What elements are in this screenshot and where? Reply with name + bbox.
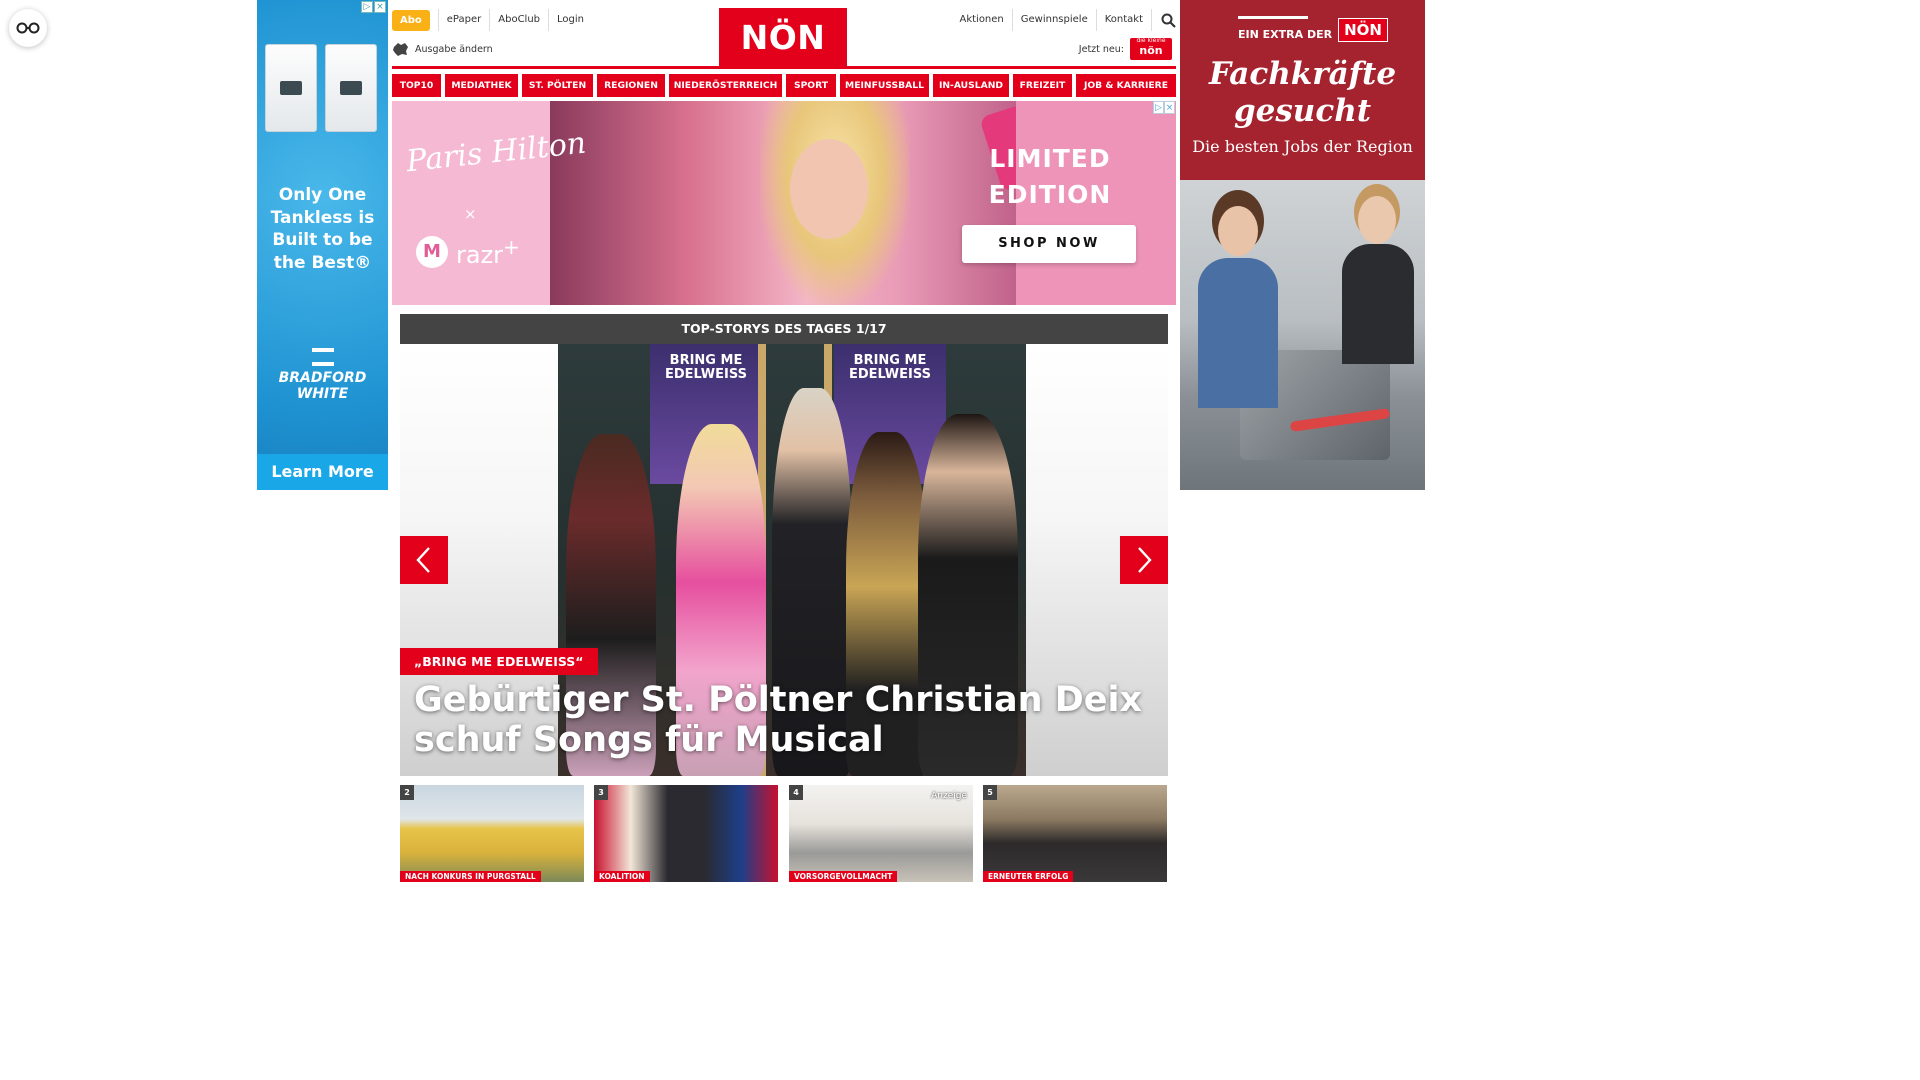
- reader-mode-button[interactable]: [9, 9, 47, 47]
- shop-now-button[interactable]: SHOP NOW: [962, 225, 1136, 263]
- aktionen-link[interactable]: Aktionen: [951, 9, 1013, 31]
- story-number: 4: [789, 785, 803, 800]
- glasses-icon: [16, 22, 40, 34]
- ad-title: Fachkräfte gesucht: [1208, 56, 1397, 129]
- nav-item-regionen[interactable]: REGIONEN: [597, 74, 665, 97]
- right-links: Aktionen Gewinnspiele Kontakt: [951, 9, 1176, 31]
- chevron-left-icon: [416, 547, 430, 573]
- search-button[interactable]: [1152, 9, 1176, 31]
- aboclub-link[interactable]: AboClub: [489, 9, 548, 31]
- person-image: [1358, 196, 1396, 244]
- noen-logo[interactable]: NÖN: [719, 8, 847, 67]
- ad-choices[interactable]: ▷ ×: [1153, 101, 1175, 114]
- top-links: Abo ePaper AboClub Login: [392, 9, 592, 31]
- kontakt-link[interactable]: Kontakt: [1097, 9, 1152, 31]
- ad-close-icon[interactable]: ×: [374, 1, 386, 13]
- adchoices-icon[interactable]: ▷: [1153, 101, 1164, 114]
- collab-times: ×: [464, 205, 477, 223]
- story-thumbnail[interactable]: 3 KOALITION: [594, 785, 778, 882]
- brand-mark-icon: [311, 348, 334, 366]
- banner-ad[interactable]: Paris Hilton × M razr+ LIMITED EDITION S…: [392, 101, 1176, 305]
- epaper-link[interactable]: ePaper: [437, 9, 489, 31]
- nav-item-mediathek[interactable]: MEDIATHEK: [445, 74, 518, 97]
- main-nav: TOP10 MEDIATHEK ST. PÖLTEN REGIONEN NIED…: [392, 74, 1176, 97]
- story-thumbnail[interactable]: 2 NACH KONKURS IN PURGSTALL: [400, 785, 584, 882]
- new-app-label: Jetzt neu:: [1078, 43, 1124, 55]
- left-skyscraper-ad[interactable]: ▷ × Only One Tankless is Built to be the…: [257, 0, 388, 490]
- learn-more-button[interactable]: Learn More: [257, 454, 388, 490]
- hero-story[interactable]: BRING ME EDELWEISS BRING ME EDELWEISS „B…: [400, 344, 1168, 776]
- lower-austria-map-icon: [393, 43, 408, 56]
- story-number: 2: [400, 785, 414, 800]
- story-kicker[interactable]: „BRING ME EDELWEISS“: [400, 648, 598, 675]
- story-tag: VORSORGEVOLLMACHT: [789, 871, 898, 882]
- story-number: 5: [983, 785, 997, 800]
- story-headline[interactable]: Gebürtiger St. Pöltner Christian Deix sc…: [414, 680, 1164, 760]
- search-icon: [1161, 13, 1176, 28]
- motorola-icon: M: [416, 236, 448, 268]
- story-thumbnail[interactable]: 4 Anzeige VORSORGEVOLLMACHT: [789, 785, 973, 882]
- ad-brand-badge: EIN EXTRA DER NÖN: [1238, 16, 1388, 42]
- gewinnspiele-link[interactable]: Gewinnspiele: [1013, 9, 1097, 31]
- story-thumbnail[interactable]: 5 ERNEUTER ERFOLG: [983, 785, 1167, 882]
- bradford-white-logo: BRADFORD WHITE: [257, 348, 388, 402]
- abo-button[interactable]: Abo: [392, 9, 430, 31]
- ad-close-icon[interactable]: ×: [1164, 101, 1175, 114]
- adchoices-icon[interactable]: ▷: [361, 1, 373, 13]
- sponsored-label: Anzeige: [931, 791, 967, 801]
- right-skyscraper-ad[interactable]: EIN EXTRA DER NÖN Fachkräfte gesucht Die…: [1180, 0, 1425, 490]
- ad-brand-logo: NÖN: [1338, 18, 1388, 42]
- nav-item-freizeit[interactable]: FREIZEIT: [1013, 74, 1072, 97]
- login-link[interactable]: Login: [548, 9, 592, 31]
- water-heater-image: [265, 44, 380, 134]
- limited-edition-text: LIMITED EDITION: [988, 144, 1112, 209]
- ad-extra-label: EIN EXTRA DER: [1238, 27, 1333, 41]
- nav-item-niederoesterreich[interactable]: NIEDERÖSTERREICH: [669, 74, 782, 97]
- top-stories-header: TOP-STORYS DES TAGES 1/17: [400, 314, 1168, 344]
- nav-item-sport[interactable]: SPORT: [786, 74, 836, 97]
- person-image: [1218, 206, 1258, 256]
- story-tag: ERNEUTER ERFOLG: [983, 871, 1074, 882]
- ad-headline: Only One Tankless is Built to be the Bes…: [270, 185, 375, 273]
- story-number: 3: [594, 785, 608, 800]
- ad-subtitle: Die besten Jobs der Region: [1192, 137, 1413, 156]
- nav-item-top10[interactable]: TOP10: [392, 74, 441, 97]
- story-tag: NACH KONKURS IN PURGSTALL: [400, 871, 541, 882]
- nav-item-in-ausland[interactable]: IN-AUSLAND: [933, 74, 1009, 97]
- story-tag: KOALITION: [594, 871, 650, 882]
- change-edition-label: Ausgabe ändern: [415, 43, 493, 55]
- banner-photo: [550, 101, 1047, 305]
- razr-logo: M razr+: [416, 235, 520, 269]
- carousel-next-button[interactable]: [1120, 536, 1168, 584]
- nav-item-meinfussball[interactable]: MEINFUSSBALL: [840, 74, 929, 97]
- nav-item-job-karriere[interactable]: JOB & KARRIERE: [1076, 74, 1176, 97]
- change-edition-link[interactable]: Ausgabe ändern: [392, 41, 493, 57]
- nav-item-st-poelten[interactable]: ST. PÖLTEN: [522, 74, 593, 97]
- ad-choices[interactable]: ▷ ×: [361, 1, 386, 13]
- carousel-prev-button[interactable]: [400, 536, 448, 584]
- ad-photo: [1180, 180, 1425, 490]
- new-app-promo[interactable]: Jetzt neu: die kleine nön: [1078, 37, 1172, 60]
- header-divider: [392, 66, 1176, 69]
- chevron-right-icon: [1138, 547, 1152, 573]
- kleine-noen-app-logo[interactable]: die kleine nön: [1130, 37, 1172, 60]
